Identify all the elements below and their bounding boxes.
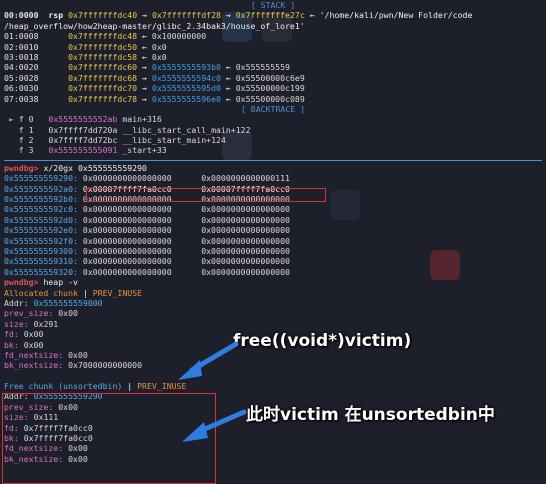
memory-row: 0x555555559320: 0x0000000000000000 0x000… xyxy=(4,266,290,277)
memory-row: 0x555555559300: 0x0000000000000000 0x000… xyxy=(4,245,290,256)
highlight-box-fd-bk-values xyxy=(86,188,326,202)
arrow-icon xyxy=(182,409,247,442)
stack-row: 05:0028 0x7fffffffdc68 → 0x5555555594c0 … xyxy=(4,72,305,83)
chunk-addr: Addr: 0x555555559000 xyxy=(4,297,103,308)
chunk-field: prev_size: 0x00 xyxy=(4,308,78,319)
backtrace-row: f 1 0x7ffff7dd720a __libc_start_call_mai… xyxy=(18,124,251,135)
annotation-unsortedbin-note: 此时victim 在unsortedbin中 xyxy=(246,405,495,425)
backtrace-row: f 2 0x7ffff7dd72bc __libc_start_main+124 xyxy=(18,135,226,146)
memory-row: 0x555555559290: 0x0000000000000000 0x000… xyxy=(4,173,290,184)
backtrace-row: f 3 0x555555555091 _start+33 xyxy=(18,145,167,156)
stack-row: 03:0018 0x7fffffffdc58 ← 0x0 xyxy=(4,51,167,62)
arrow-icon xyxy=(178,341,239,380)
free-chunk-title: Free chunk (unsortedbin) | PREV_INUSE xyxy=(4,381,187,392)
memory-row: 0x5555555592e0: 0x0000000000000000 0x000… xyxy=(4,225,290,236)
chunk-field: size: 0x291 xyxy=(4,318,59,329)
backtrace-section-header: [ BACKTRACE ] xyxy=(240,103,306,114)
stack-row: 07:0038 0x7fffffffdc78 → 0x5555555596e0 … xyxy=(4,93,305,104)
chunk-field: fd_nextsize: 0x00 xyxy=(4,349,88,360)
annotation-free-call: free((void*)victim) xyxy=(233,331,412,351)
stack-row: 04:0020 0x7fffffffdc60 → 0x5555555593b0 … xyxy=(4,62,290,73)
heap-command-line[interactable]: pwndbg> heap -v xyxy=(4,277,542,287)
stack-row: 00:0000 rsp 0x7fffffffdc40 → 0x7fffffffd… xyxy=(4,10,473,21)
section-divider xyxy=(4,159,542,161)
stack-row: 06:0030 0x7fffffffdc70 → 0x5555555595d0 … xyxy=(4,83,305,94)
memory-row: 0x5555555592d0: 0x0000000000000000 0x000… xyxy=(4,214,290,225)
allocated-chunk-title: Allocated chunk | PREV_INUSE xyxy=(4,287,143,298)
stack-section-header: [ STACK ] xyxy=(250,0,296,10)
memory-row: 0x555555559310: 0x0000000000000000 0x000… xyxy=(4,256,290,267)
stack-row: 02:0010 0x7fffffffdc50 ← 0x0 xyxy=(4,41,167,52)
x-command-line[interactable]: pwndbg> x/20gx 0x555555559290 xyxy=(4,163,542,173)
stack-row-continuation: /heap_overflow/how2heap-master/glibc_2.3… xyxy=(4,20,305,31)
chunk-field: bk_nextsize: 0x7000000000000 xyxy=(4,360,143,371)
backtrace-row: ► f 0 0x5555555552ab main+316 xyxy=(8,114,162,125)
stack-row: 01:0008 0x7fffffffdc48 ← 0x100000000 xyxy=(4,31,207,42)
memory-row: 0x5555555592f0: 0x0000000000000000 0x000… xyxy=(4,235,290,246)
memory-row: 0x5555555592c0: 0x0000000000000000 0x000… xyxy=(4,204,290,215)
